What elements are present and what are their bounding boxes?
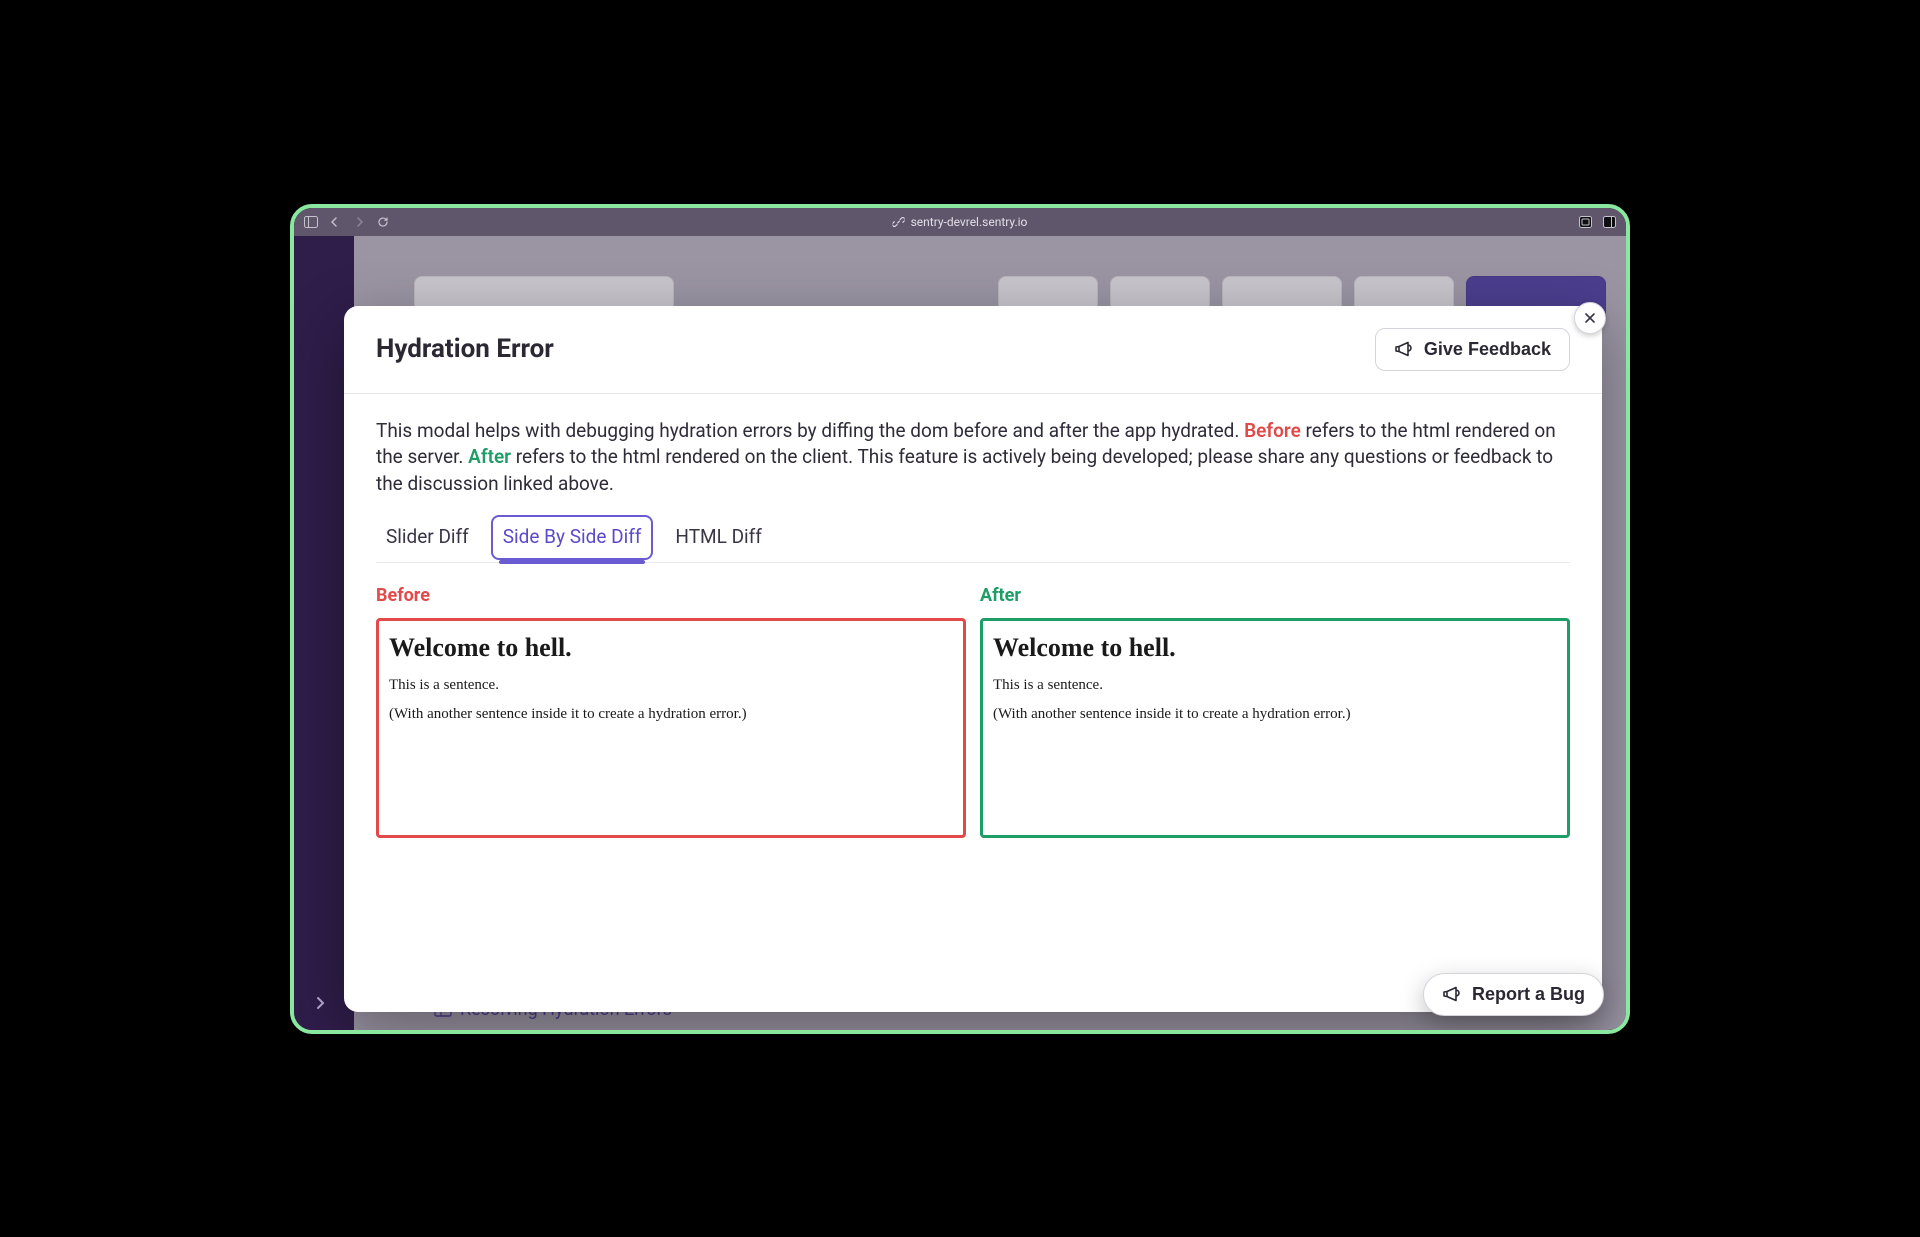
modal-body: This modal helps with debugging hydratio…	[344, 394, 1602, 849]
device-frame: sentry-devrel.sentry.io	[290, 204, 1630, 1034]
desc-text: This modal helps with debugging hydratio…	[376, 419, 1244, 442]
link-icon	[893, 216, 905, 228]
tab-html-diff[interactable]: HTML Diff	[665, 517, 771, 558]
diff-container: Before Welcome to hell. This is a senten…	[376, 585, 1570, 838]
after-line2: (With another sentence inside it to crea…	[993, 706, 1557, 723]
megaphone-icon	[1394, 340, 1414, 358]
reload-icon[interactable]	[376, 215, 390, 229]
give-feedback-label: Give Feedback	[1424, 339, 1551, 360]
back-icon[interactable]	[328, 215, 342, 229]
modal-header: Hydration Error Give Feedback	[344, 306, 1602, 394]
url-text: sentry-devrel.sentry.io	[911, 215, 1028, 229]
before-line1: This is a sentence.	[389, 677, 953, 694]
close-button[interactable]	[1574, 302, 1606, 334]
diff-before-label: Before	[376, 585, 966, 606]
after-heading: Welcome to hell.	[993, 633, 1557, 663]
before-heading: Welcome to hell.	[389, 633, 953, 663]
tab-side-by-side-diff[interactable]: Side By Side Diff	[491, 515, 654, 560]
browser-toolbar: sentry-devrel.sentry.io	[294, 208, 1626, 236]
give-feedback-button[interactable]: Give Feedback	[1375, 328, 1570, 371]
hydration-error-modal: Hydration Error Give Feedback This modal…	[344, 306, 1602, 1012]
desc-text: refers to the html rendered on the clien…	[376, 445, 1553, 495]
diff-before-pane: Welcome to hell. This is a sentence. (Wi…	[376, 618, 966, 838]
desc-after-word: After	[468, 445, 511, 468]
sidebar-toggle-icon[interactable]	[304, 215, 318, 229]
report-bug-button[interactable]: Report a Bug	[1423, 973, 1604, 1016]
app-background: Resolving Hydration Errors Hydration Err…	[294, 236, 1626, 1030]
modal-description: This modal helps with debugging hydratio…	[376, 418, 1570, 498]
tab-slider-diff[interactable]: Slider Diff	[376, 517, 479, 558]
megaphone-icon	[1442, 985, 1462, 1003]
after-line1: This is a sentence.	[993, 677, 1557, 694]
tabs-icon[interactable]	[1602, 215, 1616, 229]
diff-after-label: After	[980, 585, 1570, 606]
diff-before-column: Before Welcome to hell. This is a senten…	[376, 585, 966, 838]
report-bug-label: Report a Bug	[1472, 984, 1585, 1005]
diff-after-pane: Welcome to hell. This is a sentence. (Wi…	[980, 618, 1570, 838]
share-icon[interactable]	[1578, 215, 1592, 229]
forward-icon[interactable]	[352, 215, 366, 229]
sidebar-expand-icon[interactable]	[312, 994, 330, 1012]
desc-before-word: Before	[1244, 419, 1301, 442]
before-line2: (With another sentence inside it to crea…	[389, 706, 953, 723]
diff-tabs: Slider Diff Side By Side Diff HTML Diff	[376, 515, 1570, 563]
diff-after-column: After Welcome to hell. This is a sentenc…	[980, 585, 1570, 838]
modal-title: Hydration Error	[376, 334, 554, 364]
browser-url[interactable]: sentry-devrel.sentry.io	[893, 215, 1028, 229]
